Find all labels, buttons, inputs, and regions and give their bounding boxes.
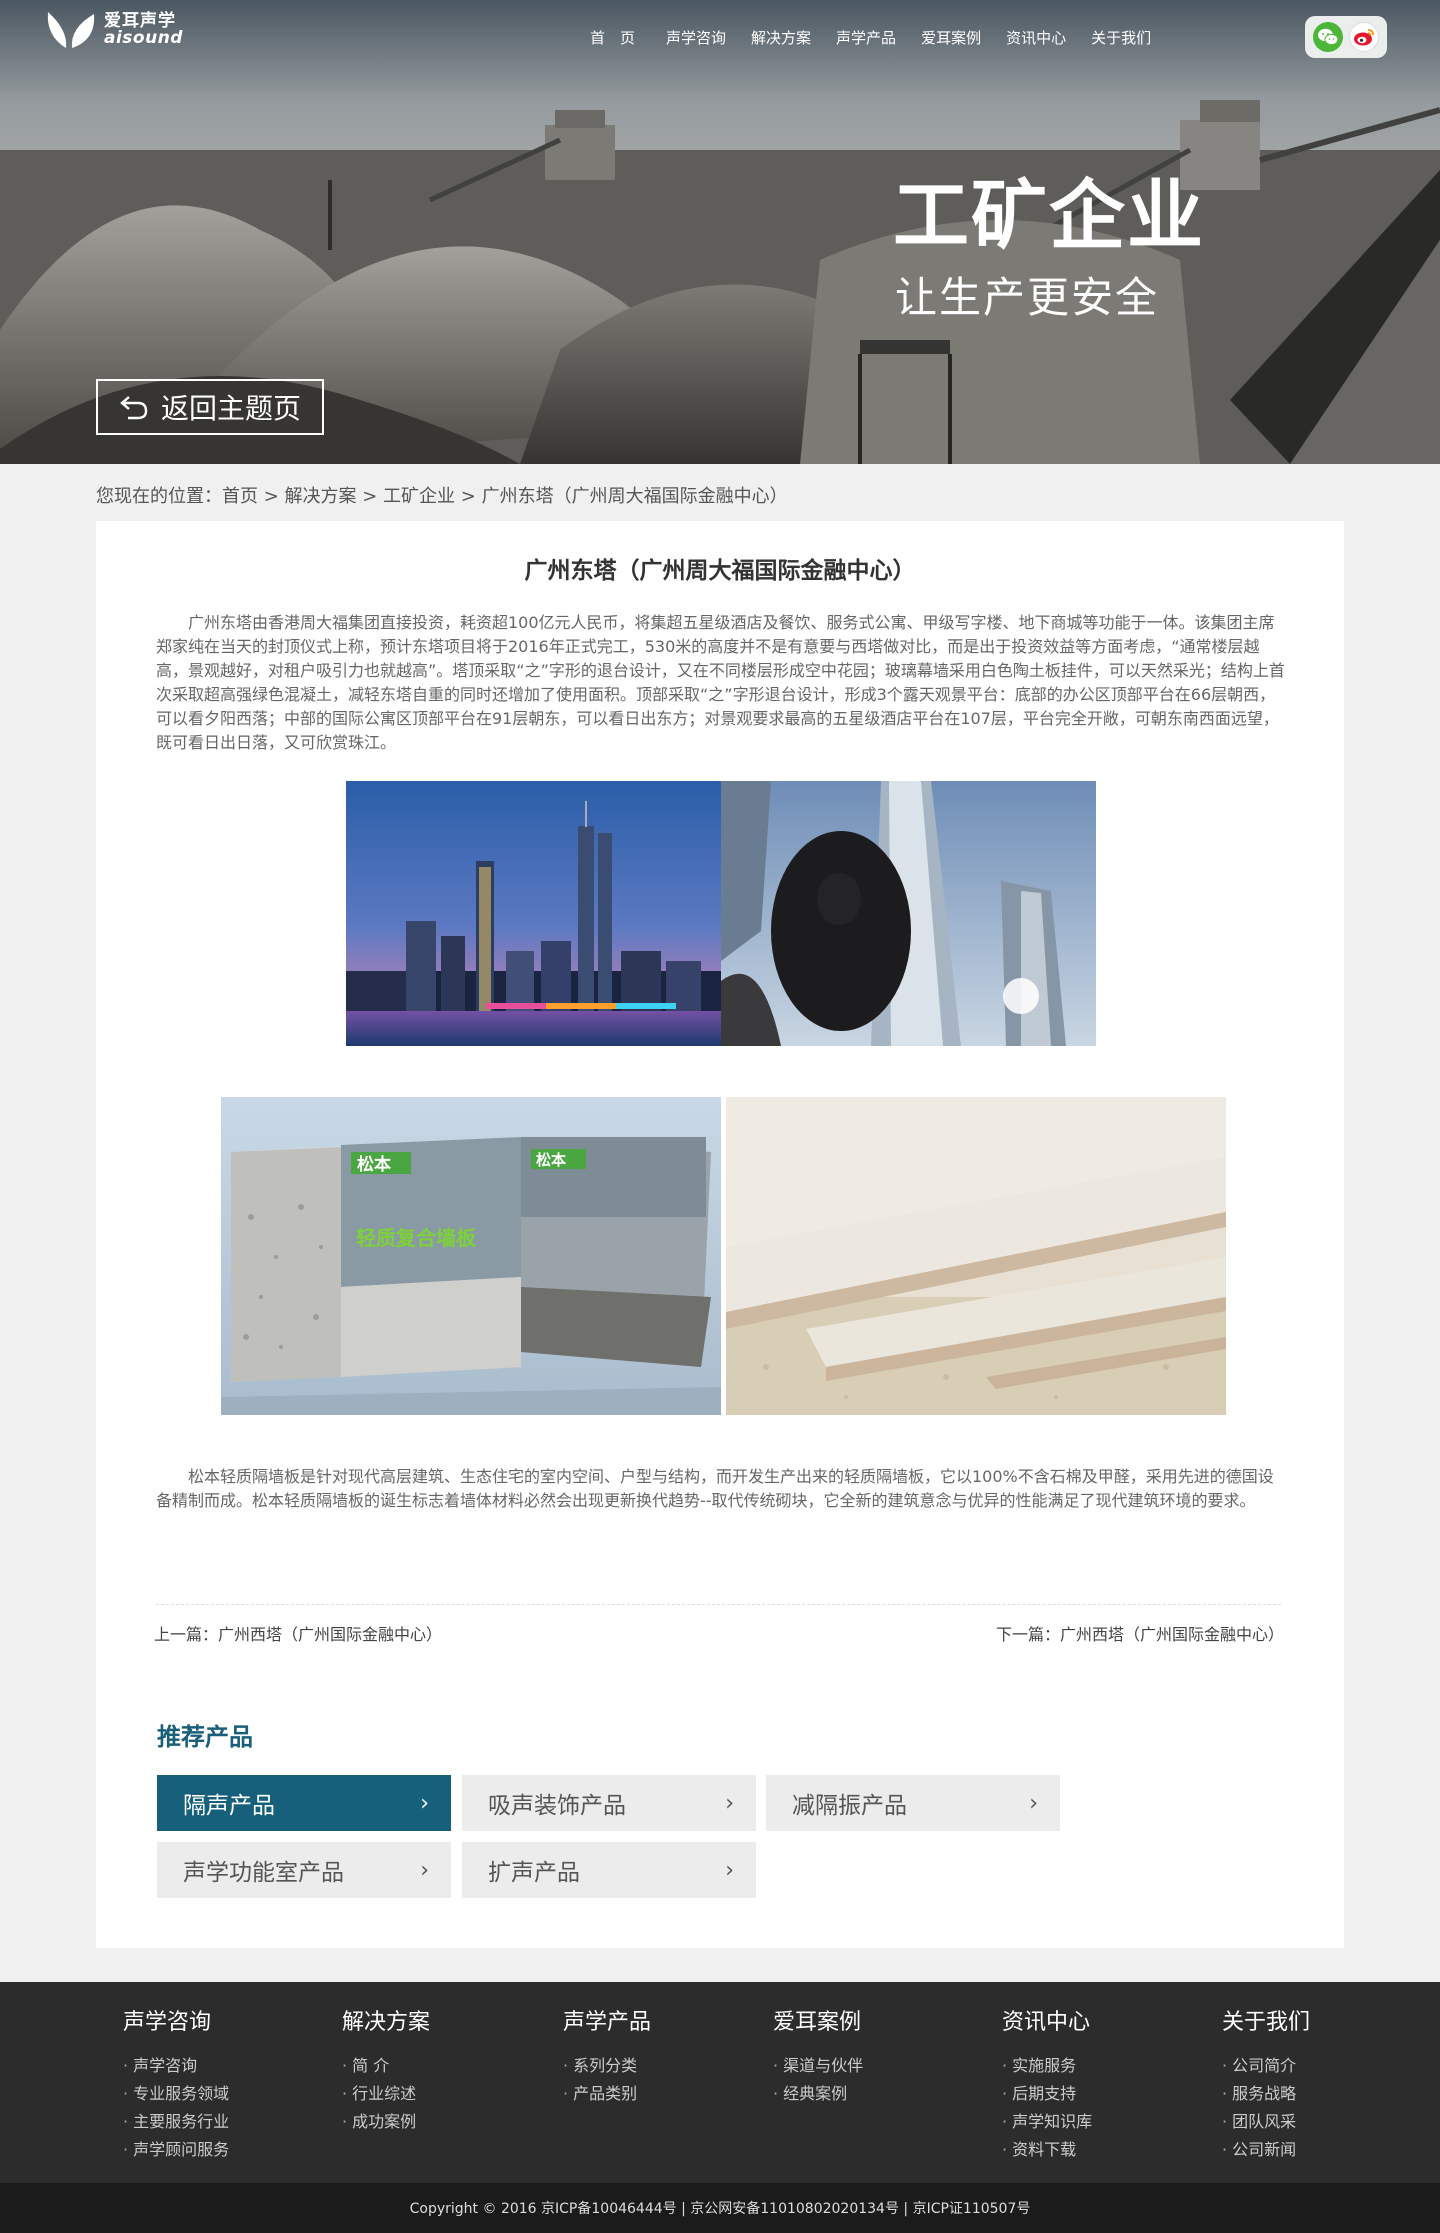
wall-panel-samples-image: 松本 轻质复合墙板 松本 xyxy=(221,1097,721,1415)
nav-item-news[interactable]: 资讯中心 xyxy=(1006,27,1066,48)
divider xyxy=(156,1604,1281,1605)
chevron-right-icon: › xyxy=(725,1790,734,1816)
nav-item-products[interactable]: 声学产品 xyxy=(836,27,896,48)
article-title: 广州东塔（广州周大福国际金融中心） xyxy=(524,558,916,584)
footer-link[interactable]: 经典案例 xyxy=(773,2080,863,2108)
recommend-item-vibration[interactable]: 减隔振产品 › xyxy=(766,1775,1060,1831)
footer-link[interactable]: 成功案例 xyxy=(342,2108,430,2136)
article-card: 广州东塔（广州周大福国际金融中心） 广州东塔由香港周大福集团直接投资，耗资超10… xyxy=(96,521,1344,1948)
footer-col-about: 关于我们 公司简介 服务战略 团队风采 公司新闻 xyxy=(1222,2004,1310,2164)
recommend-item-label: 减隔振产品 xyxy=(792,1793,907,1819)
recommend-title: 推荐产品 xyxy=(157,1723,253,1751)
weibo-icon[interactable] xyxy=(1349,22,1379,52)
logo[interactable]: 爱耳声学 aisound xyxy=(44,10,183,50)
chevron-right-icon: › xyxy=(420,1857,429,1883)
copyright-text: Copyright © 2016 京ICP备10046444号 | 京公网安备1… xyxy=(409,2201,1031,2217)
footer-link[interactable]: 实施服务 xyxy=(1002,2052,1092,2080)
footer-col-cases: 爱耳案例 渠道与伙伴 经典案例 xyxy=(773,2004,863,2108)
image-row-panels: 松本 轻质复合墙板 松本 xyxy=(221,1097,1226,1415)
footer-link[interactable]: 资料下载 xyxy=(1002,2136,1092,2164)
tower-visitor-image xyxy=(721,781,1096,1046)
nav-item-home[interactable]: 首 页 xyxy=(590,27,635,48)
image-row-towers xyxy=(346,781,1096,1046)
return-arrow-icon xyxy=(120,396,148,420)
footer-link[interactable]: 公司新闻 xyxy=(1222,2136,1310,2164)
breadcrumb: 您现在的位置：首页 > 解决方案 > 工矿企业 > 广州东塔（广州周大福国际金融… xyxy=(96,482,788,508)
footer-col-title: 关于我们 xyxy=(1222,2010,1311,2035)
nav-item-solutions[interactable]: 解决方案 xyxy=(751,27,811,48)
site-footer: 声学咨询 声学咨询 专业服务领域 主要服务行业 声学顾问服务 解决方案 简 介 … xyxy=(0,1982,1440,2183)
footer-link[interactable]: 主要服务行业 xyxy=(123,2108,229,2136)
footer-link[interactable]: 行业综述 xyxy=(342,2080,430,2108)
social-links xyxy=(1305,16,1387,58)
nav-item-about[interactable]: 关于我们 xyxy=(1091,27,1151,48)
recommend-item-label: 扩声产品 xyxy=(488,1860,580,1886)
footer-link[interactable]: 专业服务领域 xyxy=(123,2080,229,2108)
article-paragraph-product: 松本轻质隔墙板是针对现代高层建筑、生态住宅的室内空间、户型与结构，而开发生产出来… xyxy=(156,1467,1274,1510)
hero-banner: 爱耳声学 aisound 首 页 声学咨询 解决方案 声学产品 爱耳案例 资讯中… xyxy=(0,0,1440,464)
back-button-label: 返回主题页 xyxy=(160,392,301,425)
next-article-link[interactable]: 下一篇：广州西塔（广州国际金融中心） xyxy=(996,1621,1284,1645)
footer-link[interactable]: 服务战略 xyxy=(1222,2080,1310,2108)
recommend-item-label: 隔声产品 xyxy=(183,1793,275,1819)
footer-link[interactable]: 团队风采 xyxy=(1222,2108,1310,2136)
breadcrumb-text[interactable]: 您现在的位置：首页 > 解决方案 > 工矿企业 > 广州东塔（广州周大福国际金融… xyxy=(96,486,788,507)
nav-item-cases[interactable]: 爱耳案例 xyxy=(921,27,981,48)
recommend-item-soundproof[interactable]: 隔声产品 › xyxy=(157,1775,451,1831)
footer-link[interactable]: 公司简介 xyxy=(1222,2052,1310,2080)
footer-link[interactable]: 声学知识库 xyxy=(1002,2108,1092,2136)
prev-article-link[interactable]: 上一篇：广州西塔（广州国际金融中心） xyxy=(154,1621,442,1645)
footer-col-solutions: 解决方案 简 介 行业综述 成功案例 xyxy=(342,2004,430,2136)
panel-label-text: 轻质复合墙板 xyxy=(356,1226,477,1250)
footer-link[interactable]: 渠道与伙伴 xyxy=(773,2052,863,2080)
logo-name-en: aisound xyxy=(104,28,183,48)
chevron-right-icon: › xyxy=(725,1857,734,1883)
footer-col-title: 解决方案 xyxy=(342,2010,431,2035)
footer-col-title: 爱耳案例 xyxy=(773,2010,862,2035)
footer-col-title: 声学咨询 xyxy=(123,2010,212,2035)
chevron-right-icon: › xyxy=(1029,1790,1038,1816)
main-nav: 首 页 声学咨询 解决方案 声学产品 爱耳案例 资讯中心 关于我们 xyxy=(590,27,1176,48)
logo-leaf-icon xyxy=(47,12,95,48)
copyright-bar: Copyright © 2016 京ICP备10046444号 | 京公网安备1… xyxy=(0,2183,1440,2233)
footer-col-products: 声学产品 系列分类 产品类别 xyxy=(563,2004,651,2108)
footer-link[interactable]: 声学顾问服务 xyxy=(123,2136,229,2164)
night-skyline-image xyxy=(346,781,721,1046)
footer-col-consulting: 声学咨询 声学咨询 专业服务领域 主要服务行业 声学顾问服务 xyxy=(123,2004,229,2164)
panel-brand-text: 松本 xyxy=(357,1154,391,1175)
recommend-item-label: 声学功能室产品 xyxy=(183,1860,344,1886)
wechat-icon[interactable] xyxy=(1313,22,1343,52)
footer-link[interactable]: 后期支持 xyxy=(1002,2080,1092,2108)
footer-col-news: 资讯中心 实施服务 后期支持 声学知识库 资料下载 xyxy=(1002,2004,1092,2164)
footer-link[interactable]: 简 介 xyxy=(342,2052,430,2080)
nav-item-consulting[interactable]: 声学咨询 xyxy=(666,27,726,48)
chevron-right-icon: › xyxy=(420,1790,429,1816)
back-panel-brand-text: 松本 xyxy=(536,1151,566,1169)
gypsum-boards-image xyxy=(726,1097,1226,1415)
article-paragraph-intro: 广州东塔由香港周大福集团直接投资，耗资超100亿元人民币，将集超五星级酒店及餐饮… xyxy=(156,613,1285,752)
footer-col-title: 声学产品 xyxy=(563,2010,652,2035)
recommend-item-amplification[interactable]: 扩声产品 › xyxy=(462,1842,756,1898)
hero-title: 工矿企业 xyxy=(893,171,1205,260)
footer-col-title: 资讯中心 xyxy=(1002,2010,1091,2035)
footer-link[interactable]: 系列分类 xyxy=(563,2052,651,2080)
footer-link[interactable]: 产品类别 xyxy=(563,2080,651,2108)
back-to-topic-button[interactable]: 返回主题页 xyxy=(96,379,324,435)
hero-subtitle: 让生产更安全 xyxy=(895,273,1160,322)
recommend-item-label: 吸声装饰产品 xyxy=(488,1793,626,1819)
recommend-item-acoustic-room[interactable]: 声学功能室产品 › xyxy=(157,1842,451,1898)
recommend-item-absorption[interactable]: 吸声装饰产品 › xyxy=(462,1775,756,1831)
footer-link[interactable]: 声学咨询 xyxy=(123,2052,229,2080)
